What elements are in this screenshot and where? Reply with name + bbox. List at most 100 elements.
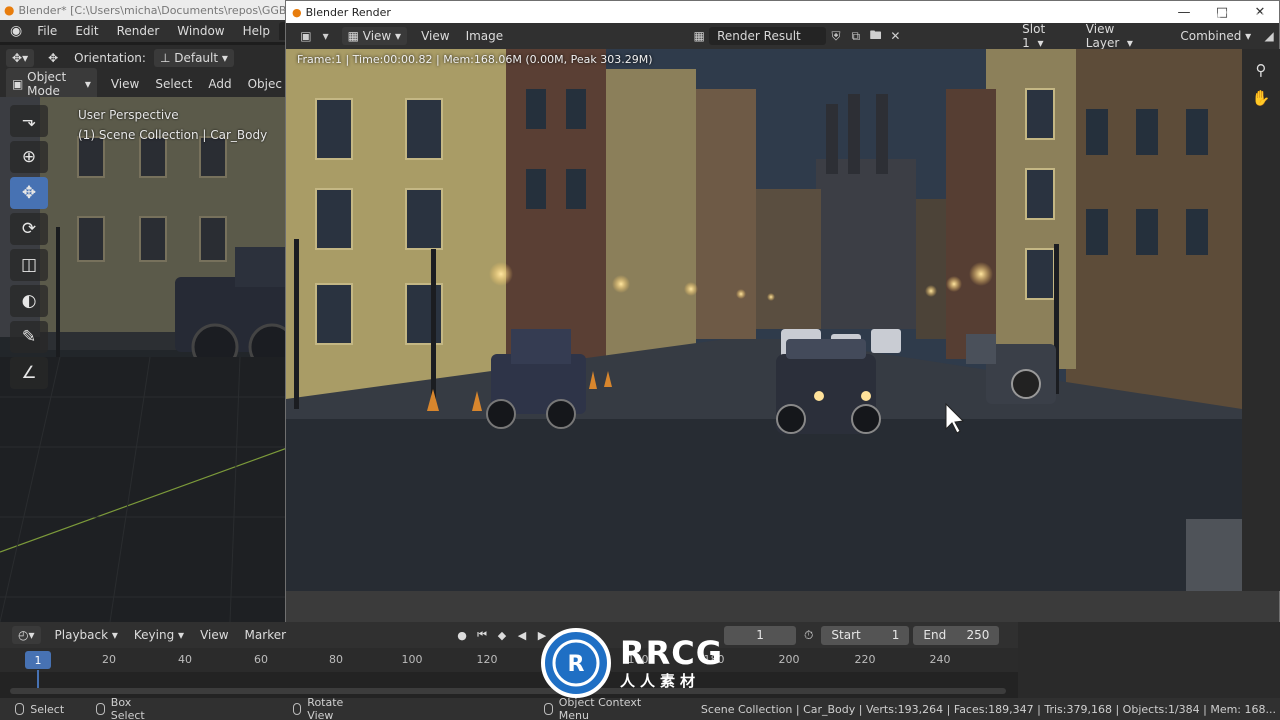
timeline-menu-playback[interactable]: Playback ▾ — [47, 628, 126, 642]
watermark-sub: 人人素材 — [620, 671, 701, 690]
playhead-frame-indicator[interactable]: 1 — [25, 651, 51, 669]
transform-icon[interactable]: ◐ — [10, 285, 48, 317]
ruler-tick: 40 — [178, 653, 192, 666]
rotate-icon[interactable]: ⟳ — [10, 213, 48, 245]
viewport-menu-view[interactable]: View — [103, 77, 147, 91]
perspective-label: User Perspective — [78, 108, 179, 122]
orientation-icon: ⊥ — [159, 51, 175, 65]
svg-text:R: R — [568, 652, 585, 677]
status-box-select: Box Select — [96, 696, 165, 720]
status-select-label: Select — [30, 702, 65, 716]
blender-menu-icon[interactable]: ◉ — [0, 23, 28, 39]
watermark-center: R RRCG 人人素材 — [540, 627, 723, 699]
orientation-dropdown[interactable]: ⊥ Default ▾ — [153, 49, 234, 67]
scene-statistics: Scene Collection | Car_Body | Verts:193,… — [700, 702, 1276, 716]
3d-viewport[interactable]: ⬎ ⊕ ✥ ⟳ ◫ ◐ ✎ ∠ User Perspective (1) Sce… — [0, 97, 290, 622]
timeline-editor-type[interactable]: ◴ ▾ — [12, 626, 41, 644]
move-icon[interactable]: ✥ — [10, 177, 48, 209]
stopwatch-icon[interactable]: ⏱ — [796, 628, 821, 643]
measure-icon[interactable]: ∠ — [10, 357, 48, 389]
record-icon[interactable]: ● — [452, 629, 472, 642]
mouse-left-icon — [15, 703, 25, 715]
mode-value: Object Mode — [27, 70, 67, 98]
timeline-menu-keying[interactable]: Keying ▾ — [126, 628, 192, 642]
status-rotate-view: Rotate View — [292, 696, 370, 720]
play-reverse-icon[interactable]: ◀ — [512, 629, 532, 642]
status-box-select-label: Box Select — [110, 696, 145, 720]
render-result-image[interactable]: Frame:1 | Time:00:00.82 | Mem:168.06M (0… — [286, 49, 1242, 591]
timeline-menu-marker[interactable]: Marker — [237, 628, 294, 642]
image-icon: ▦ — [347, 29, 363, 43]
view-layer-dropdown[interactable]: View Layer ▾ — [1078, 22, 1173, 50]
scale-icon[interactable]: ◫ — [10, 249, 48, 281]
watermark-brand: RRCG — [620, 633, 724, 672]
image-editor-menu-view[interactable]: View — [413, 29, 457, 43]
render-window-title: Blender Render — [305, 5, 391, 19]
blender-logo-icon: ● — [4, 3, 15, 17]
menu-render[interactable]: Render — [108, 24, 169, 38]
viewport-menu-select[interactable]: Select — [147, 77, 200, 91]
timeline-menu-view[interactable]: View — [192, 628, 236, 642]
image-name-field[interactable]: Render Result — [709, 27, 827, 45]
image-browse-icon[interactable]: ▦ — [689, 29, 709, 43]
annotate-icon[interactable]: ✎ — [10, 321, 48, 353]
ruler-tick: 120 — [476, 653, 498, 666]
open-folder-icon[interactable]: 🖿 — [866, 26, 886, 47]
end-label: End — [923, 628, 947, 642]
render-window: ● Blender Render — □ ✕ ▣ ▾ ▦ View ▾ View… — [285, 0, 1280, 622]
ruler-tick: 100 — [401, 653, 423, 666]
move-gizmo-icon[interactable]: ✥ — [40, 51, 66, 65]
unlink-close-icon[interactable]: ✕ — [885, 29, 905, 43]
jump-start-icon[interactable]: ⏮ — [472, 628, 492, 642]
transform-tool-dropdown[interactable]: ✥ ▾ — [6, 49, 35, 67]
image-navigation-gizmos: ⚲ ✋ — [1242, 49, 1280, 591]
prev-keyframe-icon[interactable]: ◆ — [492, 629, 512, 642]
display-channels-icon[interactable]: ◢ — [1259, 29, 1279, 43]
top-menubar: ◉ File Edit Render Window Help La — [0, 20, 306, 42]
fake-user-shield-icon[interactable]: ⛨ — [826, 29, 846, 44]
zoom-icon[interactable]: ⚲ — [1256, 61, 1267, 79]
start-value: 1 — [891, 628, 900, 642]
watermark-logo-icon: R — [541, 628, 611, 698]
slot-dropdown[interactable]: Slot 1 ▾ — [1014, 22, 1078, 50]
ruler-tick: 20 — [102, 653, 116, 666]
menu-file[interactable]: File — [28, 24, 66, 38]
ruler-tick: 220 — [854, 653, 876, 666]
orientation-label: Orientation: — [74, 51, 146, 65]
duplicate-icon[interactable]: ⧉ — [846, 29, 866, 44]
status-select: Select — [15, 703, 64, 716]
ruler-tick: 200 — [778, 653, 800, 666]
start-frame-field[interactable]: Start 1 — [821, 625, 910, 645]
render-pass-value: Combined — [1180, 29, 1242, 43]
menu-help[interactable]: Help — [234, 24, 279, 38]
select-box-icon[interactable]: ⬎ — [10, 105, 48, 137]
view-mode-dropdown[interactable]: ▦ View ▾ — [341, 27, 408, 45]
pan-hand-icon[interactable]: ✋ — [1252, 89, 1271, 107]
mouse-right-icon — [544, 703, 553, 715]
menu-edit[interactable]: Edit — [66, 24, 107, 38]
image-editor-menu-image[interactable]: Image — [458, 29, 512, 43]
render-frame-info: Frame:1 | Time:00:00.82 | Mem:168.06M (0… — [297, 53, 653, 66]
object-mode-icon: ▣ — [12, 77, 28, 91]
status-context-label: Object Context Menu — [558, 696, 642, 720]
end-frame-field[interactable]: End 250 — [913, 625, 1000, 645]
viewport-menu-object[interactable]: Objec — [240, 77, 290, 91]
image-editor-header: ▣ ▾ ▦ View ▾ View Image ▦ Render Result … — [286, 22, 1279, 50]
start-label: Start — [831, 628, 861, 642]
viewport-menu-add[interactable]: Add — [200, 77, 239, 91]
editor-type-dropdown-icon[interactable]: ▾ — [316, 29, 336, 43]
current-frame-field[interactable]: 1 — [724, 625, 797, 645]
cursor-icon[interactable]: ⊕ — [10, 141, 48, 173]
mouse-middle-icon — [292, 703, 302, 715]
ruler-tick: 60 — [254, 653, 268, 666]
timeline-header: ◴ ▾ Playback ▾ Keying ▾ View Marker ● ⏮ ◆… — [0, 622, 1018, 648]
frame-ruler[interactable]: 1 20 40 60 80 100 120 140 160 180 200 22… — [0, 648, 1018, 672]
timeline-area[interactable]: 1 20 40 60 80 100 120 140 160 180 200 22… — [0, 648, 1018, 698]
render-pass-dropdown[interactable]: Combined ▾ — [1172, 29, 1259, 43]
view-layer-value: View Layer — [1085, 22, 1120, 50]
timeline-scrollbar[interactable] — [10, 688, 1006, 694]
render-window-titlebar: ● Blender Render — □ ✕ — [286, 1, 1279, 23]
mode-dropdown[interactable]: ▣ Object Mode ▾ — [6, 68, 97, 100]
editor-type-icon[interactable]: ▣ — [296, 29, 316, 43]
menu-window[interactable]: Window — [168, 24, 233, 38]
